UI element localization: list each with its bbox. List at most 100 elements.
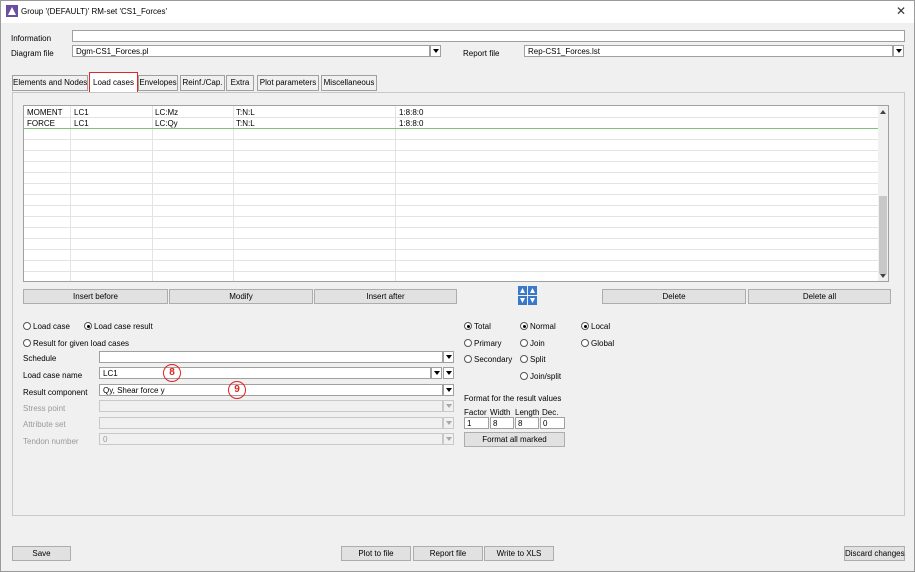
diagram-file-dropdown[interactable] — [430, 45, 441, 57]
load-case-name-dropdown[interactable] — [431, 367, 442, 379]
window-title: Group '(DEFAULT)' RM-set 'CS1_Forces' — [21, 7, 167, 16]
chevron-down-icon — [446, 421, 452, 425]
radio-join-label: Join — [530, 339, 545, 348]
radio-normal[interactable]: Normal — [520, 322, 556, 331]
tab-load-cases[interactable]: Load cases — [89, 72, 138, 93]
chevron-down-icon — [446, 388, 452, 392]
title-bar: Group '(DEFAULT)' RM-set 'CS1_Forces' ✕ — [1, 1, 914, 23]
radio-total[interactable]: Total — [464, 322, 491, 331]
information-label: Information — [11, 34, 52, 43]
schedule-field[interactable] — [99, 351, 443, 363]
radio-result-for-given-load-cases[interactable]: Result for given load cases — [23, 339, 129, 348]
close-icon[interactable]: ✕ — [896, 4, 906, 18]
grid-scrollbar[interactable] — [878, 106, 888, 281]
tendon-number-dropdown — [443, 433, 454, 445]
table-row[interactable] — [24, 262, 880, 272]
radio-indicator — [520, 322, 528, 330]
scroll-down-icon[interactable] — [880, 274, 886, 278]
table-row[interactable] — [24, 196, 880, 206]
length-field[interactable]: 8 — [515, 417, 539, 429]
chevron-down-icon — [446, 355, 452, 359]
stress-point-field — [99, 400, 443, 412]
information-field[interactable] — [72, 30, 905, 42]
radio-local[interactable]: Local — [581, 322, 610, 331]
plot-to-file-button[interactable]: Plot to file — [341, 546, 411, 561]
tab-extra[interactable]: Extra — [226, 75, 254, 91]
schedule-dropdown[interactable] — [443, 351, 454, 363]
radio-split[interactable]: Split — [520, 355, 546, 364]
insert-after-button[interactable]: Insert after — [314, 289, 457, 304]
move-up-down-icon[interactable] — [518, 286, 537, 305]
table-row[interactable]: FORCE LC1 LC:Qy T:N:L 1:8:8:0 — [24, 119, 880, 129]
table-row[interactable] — [24, 240, 880, 250]
radio-load-case-result[interactable]: Load case result — [84, 322, 153, 331]
tab-miscellaneous[interactable]: Miscellaneous — [321, 75, 377, 91]
radio-global[interactable]: Global — [581, 339, 614, 348]
delete-all-button[interactable]: Delete all — [748, 289, 891, 304]
annotation-badge: 8 — [163, 364, 181, 382]
result-component-dropdown[interactable] — [443, 384, 454, 396]
chevron-down-icon — [896, 49, 902, 53]
tab-plot-parameters[interactable]: Plot parameters — [257, 75, 319, 91]
table-row[interactable] — [24, 218, 880, 228]
report-file-dropdown[interactable] — [893, 45, 904, 57]
radio-join[interactable]: Join — [520, 339, 545, 348]
save-button[interactable]: Save — [12, 546, 71, 561]
factor-field[interactable]: 1 — [464, 417, 489, 429]
radio-indicator — [520, 339, 528, 347]
scroll-up-icon[interactable] — [880, 110, 886, 114]
discard-changes-button[interactable]: Discard changes — [844, 546, 905, 561]
delete-button[interactable]: Delete — [602, 289, 746, 304]
write-to-xls-button[interactable]: Write to XLS — [484, 546, 554, 561]
dec-field[interactable]: 0 — [540, 417, 565, 429]
tendon-number-label: Tendon number — [23, 437, 79, 446]
table-row[interactable] — [24, 251, 880, 261]
diagram-file-label: Diagram file — [11, 49, 54, 58]
width-label: Width — [490, 408, 511, 417]
radio-primary[interactable]: Primary — [464, 339, 502, 348]
attribute-set-label: Attribute set — [23, 420, 66, 429]
radio-normal-label: Normal — [530, 322, 556, 331]
grid-cell: T:N:L — [236, 119, 255, 128]
modify-button[interactable]: Modify — [169, 289, 313, 304]
table-row[interactable] — [24, 185, 880, 195]
table-row[interactable] — [24, 130, 880, 140]
radio-secondary[interactable]: Secondary — [464, 355, 512, 364]
width-field[interactable]: 8 — [490, 417, 514, 429]
annotation-badge: 9 — [228, 381, 246, 399]
radio-secondary-label: Secondary — [474, 355, 513, 364]
grid-cell: FORCE — [27, 119, 55, 128]
table-row[interactable] — [24, 152, 880, 162]
radio-load-case-label: Load case — [33, 322, 70, 331]
load-case-grid[interactable]: MOMENT LC1 LC:Mz T:N:L 1:8:8:0 FORCE LC1… — [23, 105, 889, 282]
table-row[interactable] — [24, 207, 880, 217]
tab-elements-and-nodes[interactable]: Elements and Nodes — [12, 75, 88, 91]
report-file-field[interactable]: Rep-CS1_Forces.lst — [524, 45, 893, 57]
report-file-button[interactable]: Report file — [413, 546, 483, 561]
table-row[interactable] — [24, 273, 880, 281]
dialog-window: Group '(DEFAULT)' RM-set 'CS1_Forces' ✕ … — [0, 0, 915, 572]
tendon-number-field: 0 — [99, 433, 443, 445]
load-case-name-list-button[interactable] — [443, 367, 454, 379]
load-case-name-field[interactable]: LC1 — [99, 367, 431, 379]
table-row[interactable] — [24, 174, 880, 184]
chevron-down-icon — [446, 404, 452, 408]
radio-load-case[interactable]: Load case — [23, 322, 70, 331]
result-component-label: Result component — [23, 388, 88, 397]
table-row[interactable]: MOMENT LC1 LC:Mz T:N:L 1:8:8:0 — [24, 108, 880, 118]
tab-envelopes[interactable]: Envelopes — [138, 75, 178, 91]
result-component-field[interactable]: Qy, Shear force y — [99, 384, 443, 396]
format-title: Format for the result values — [464, 394, 562, 403]
scroll-thumb[interactable] — [879, 196, 887, 274]
insert-before-button[interactable]: Insert before — [23, 289, 168, 304]
chevron-down-icon — [446, 437, 452, 441]
table-row[interactable] — [24, 229, 880, 239]
diagram-file-field[interactable]: Dgm-CS1_Forces.pl — [72, 45, 430, 57]
format-all-marked-button[interactable]: Format all marked — [464, 432, 565, 447]
radio-join-split[interactable]: Join/split — [520, 372, 561, 381]
factor-label: Factor — [464, 408, 487, 417]
table-row[interactable] — [24, 141, 880, 151]
table-row[interactable] — [24, 163, 880, 173]
tab-reinf-cap[interactable]: Reinf./Cap. — [180, 75, 225, 91]
radio-indicator — [520, 355, 528, 363]
